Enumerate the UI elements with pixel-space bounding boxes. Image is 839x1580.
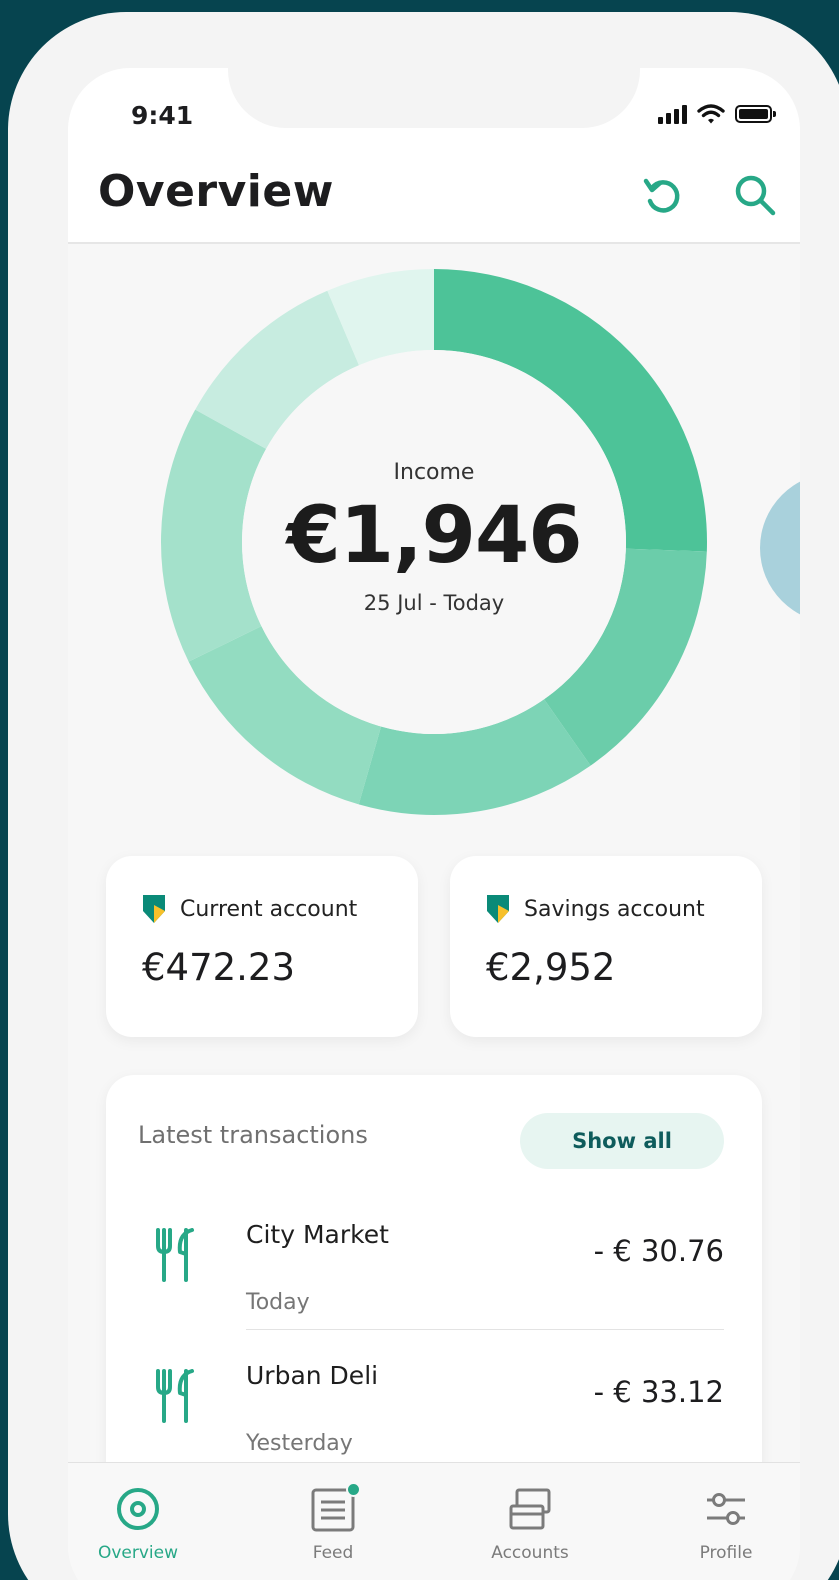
divider <box>246 1329 724 1330</box>
tab-accounts[interactable]: Accounts <box>460 1481 600 1563</box>
search-icon <box>735 175 776 216</box>
tab-label: Profile <box>699 1543 753 1563</box>
tab-icon-wrap <box>507 1481 553 1537</box>
tab-profile[interactable]: Profile <box>656 1481 796 1563</box>
transaction-date: Today <box>246 1290 310 1315</box>
accounts-icon <box>509 1488 551 1530</box>
tab-icon-wrap <box>703 1481 749 1537</box>
summary-range: 25 Jul - Today <box>363 590 505 615</box>
tab-label: Overview <box>97 1543 179 1563</box>
status-bar: 9:41 <box>68 68 800 138</box>
account-balance: €2,952 <box>486 946 616 989</box>
notification-dot <box>346 1482 361 1497</box>
tab-label: Feed <box>312 1543 354 1563</box>
status-icons <box>658 103 776 125</box>
refresh-button[interactable] <box>638 170 688 220</box>
search-button[interactable] <box>730 170 780 220</box>
phone-frame: 9:41 Overview Income €1,946 25 Jul - Tod… <box>8 12 839 1580</box>
restaurant-icon <box>156 1228 194 1282</box>
show-all-button[interactable]: Show all <box>520 1113 724 1169</box>
current-account-card[interactable]: Current account €472.23 <box>106 856 418 1037</box>
status-time: 9:41 <box>131 101 194 130</box>
account-name: Savings account <box>524 896 705 922</box>
account-name: Current account <box>180 896 358 922</box>
notch <box>228 68 640 128</box>
refresh-icon <box>643 178 680 213</box>
restaurant-icon <box>156 1369 194 1423</box>
transactions-card: Latest transactions Show all City Market… <box>106 1075 762 1495</box>
bank-shield-icon <box>143 895 165 923</box>
app-screen: 9:41 Overview Income €1,946 25 Jul - Tod… <box>68 68 800 1580</box>
transaction-name: Urban Deli <box>246 1361 379 1390</box>
transaction-name: City Market <box>246 1220 389 1249</box>
transaction-amount: - € 33.12 <box>593 1375 724 1409</box>
account-balance: €472.23 <box>142 946 296 989</box>
income-donut-chart[interactable]: Income €1,946 25 Jul - Today <box>160 268 708 816</box>
tab-feed[interactable]: Feed <box>263 1481 403 1563</box>
battery-icon <box>735 105 776 123</box>
transaction-amount: - € 30.76 <box>593 1234 724 1268</box>
bottom-tab-bar: Overview Feed Accounts Profile <box>68 1462 800 1580</box>
summary-label: Income <box>393 459 475 485</box>
donut-center: Income €1,946 25 Jul - Today <box>160 268 708 816</box>
account-header: Savings account <box>486 894 705 924</box>
transaction-row[interactable]: City Market Today - € 30.76 <box>106 1208 762 1348</box>
transaction-date: Yesterday <box>246 1431 353 1456</box>
tab-icon-wrap <box>115 1481 161 1537</box>
account-header: Current account <box>142 894 357 924</box>
summary-amount: €1,946 <box>286 490 583 581</box>
page-title: Overview <box>98 166 334 217</box>
next-chart-peek[interactable] <box>760 473 800 623</box>
tab-icon-wrap <box>311 1481 361 1537</box>
signal-icon <box>658 104 687 124</box>
profile-icon <box>707 1493 745 1525</box>
overview-icon <box>117 1488 159 1530</box>
transactions-title: Latest transactions <box>138 1121 368 1149</box>
savings-account-card[interactable]: Savings account €2,952 <box>450 856 762 1037</box>
tab-overview[interactable]: Overview <box>68 1481 208 1563</box>
wifi-icon <box>697 104 725 124</box>
bank-shield-icon <box>487 895 509 923</box>
page-header: Overview <box>68 138 800 244</box>
tab-label: Accounts <box>491 1543 569 1563</box>
